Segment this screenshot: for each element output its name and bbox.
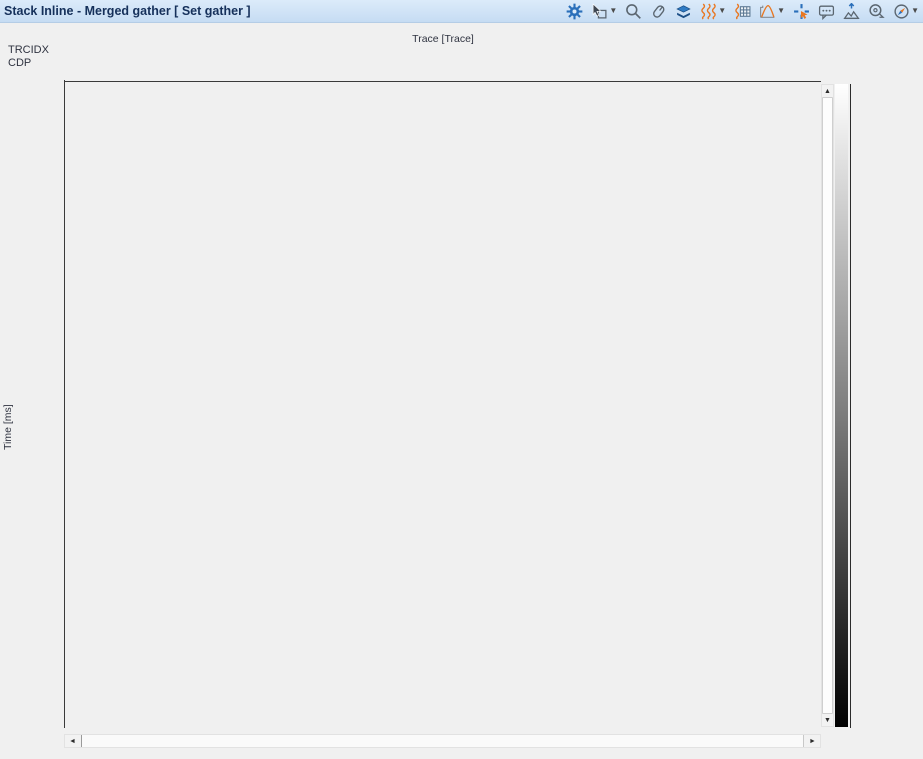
export-image-button[interactable] [841,2,862,21]
gear-icon [566,3,583,20]
orientation-button[interactable]: ▼ [891,2,921,21]
layers-icon [675,3,692,20]
chevron-down-icon[interactable]: ▼ [911,7,919,15]
chevron-down-icon[interactable]: ▼ [777,7,785,15]
wiggle-display-button[interactable]: ▼ [698,2,728,21]
select-cursor-icon [591,3,608,20]
histogram-icon [759,3,776,20]
vertical-scrollbar-thumb[interactable] [822,97,833,714]
layers-button[interactable] [673,2,694,21]
measure-icon [868,3,885,20]
selection-mode-button[interactable]: ▼ [589,2,619,21]
colorbar-labels [862,84,922,728]
mouse-control-button[interactable] [648,2,669,21]
comment-icon [818,3,835,20]
wiggle-traces-icon [700,3,717,20]
horizontal-scrollbar[interactable]: ◄ ► [64,734,821,748]
trcidx-row-label: TRCIDX [8,44,49,56]
trace-axis-ticks [65,71,821,82]
wiggle-table-icon [734,3,751,20]
colorbar-ticks [850,84,860,728]
scroll-right-button[interactable]: ► [805,735,820,747]
trcidx-tick-values [65,44,821,56]
pointer-tracking-button[interactable] [791,2,812,21]
seismic-section[interactable] [65,84,821,727]
magnifier-icon [625,3,642,20]
amplitude-colorbar [835,84,848,727]
zoom-button[interactable] [623,2,644,21]
horizontal-scrollbar-thumb[interactable] [81,735,804,747]
settings-button[interactable] [564,2,585,21]
time-axis-title: Time [ms] [2,358,14,450]
export-image-icon [843,3,860,20]
scroll-left-button[interactable]: ◄ [65,735,80,747]
compass-icon [893,3,910,20]
scroll-down-button[interactable]: ▼ [822,714,833,726]
wiggle-table-button[interactable] [732,2,753,21]
chevron-down-icon[interactable]: ▼ [718,7,726,15]
cdp-row-label: CDP [8,57,31,69]
panel-title: Stack Inline - Merged gather [ Set gathe… [0,4,251,18]
chevron-down-icon[interactable]: ▼ [609,7,617,15]
annotation-button[interactable] [816,2,837,21]
measure-button[interactable] [866,2,887,21]
crosshair-pointer-icon [793,3,810,20]
scroll-up-button[interactable]: ▲ [822,85,833,97]
histogram-button[interactable]: ▼ [757,2,787,21]
cdp-tick-values [65,57,821,69]
toolbar: ▼ ▼ [564,0,921,22]
mouse-icon [650,3,667,20]
vertical-scrollbar[interactable]: ▲ ▼ [821,84,834,727]
